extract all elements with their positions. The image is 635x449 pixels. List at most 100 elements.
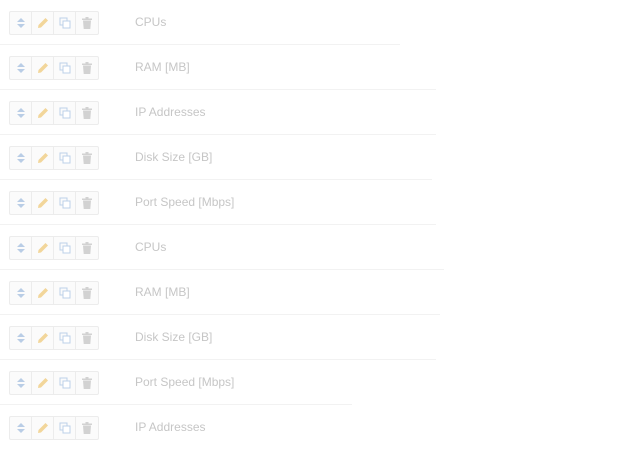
delete-button[interactable] xyxy=(76,417,98,439)
edit-button[interactable] xyxy=(32,192,54,214)
list-item: Disk Size [GB] xyxy=(0,315,436,360)
trash-icon xyxy=(82,242,92,254)
edit-button[interactable] xyxy=(32,102,54,124)
copy-icon xyxy=(59,422,71,434)
sort-icon xyxy=(16,108,25,118)
pencil-icon xyxy=(37,17,49,29)
edit-button[interactable] xyxy=(32,147,54,169)
row-actions xyxy=(9,371,99,395)
pencil-icon xyxy=(37,197,49,209)
sort-button[interactable] xyxy=(10,237,32,259)
row-actions xyxy=(9,326,99,350)
row-actions xyxy=(9,191,99,215)
row-actions xyxy=(9,146,99,170)
trash-icon xyxy=(82,197,92,209)
trash-icon xyxy=(82,422,92,434)
edit-button[interactable] xyxy=(32,327,54,349)
row-actions xyxy=(9,101,99,125)
edit-button[interactable] xyxy=(32,417,54,439)
attribute-label: RAM [MB] xyxy=(135,285,190,299)
sort-button[interactable] xyxy=(10,372,32,394)
row-actions xyxy=(9,236,99,260)
copy-icon xyxy=(59,107,71,119)
trash-icon xyxy=(82,107,92,119)
delete-button[interactable] xyxy=(76,57,98,79)
sort-icon xyxy=(16,198,25,208)
attribute-label: IP Addresses xyxy=(135,105,206,119)
sort-icon xyxy=(16,333,25,343)
edit-button[interactable] xyxy=(32,282,54,304)
sort-icon xyxy=(16,153,25,163)
copy-icon xyxy=(59,62,71,74)
list-item: RAM [MB] xyxy=(0,45,436,90)
edit-button[interactable] xyxy=(32,372,54,394)
copy-icon xyxy=(59,332,71,344)
copy-icon xyxy=(59,377,71,389)
pencil-icon xyxy=(37,152,49,164)
row-actions xyxy=(9,416,99,440)
delete-button[interactable] xyxy=(76,192,98,214)
attribute-label: Port Speed [Mbps] xyxy=(135,375,235,389)
duplicate-button[interactable] xyxy=(54,327,76,349)
copy-icon xyxy=(59,152,71,164)
copy-icon xyxy=(59,287,71,299)
edit-button[interactable] xyxy=(32,237,54,259)
duplicate-button[interactable] xyxy=(54,147,76,169)
trash-icon xyxy=(82,152,92,164)
pencil-icon xyxy=(37,62,49,74)
duplicate-button[interactable] xyxy=(54,372,76,394)
trash-icon xyxy=(82,332,92,344)
sort-button[interactable] xyxy=(10,102,32,124)
delete-button[interactable] xyxy=(76,372,98,394)
duplicate-button[interactable] xyxy=(54,282,76,304)
duplicate-button[interactable] xyxy=(54,12,76,34)
delete-button[interactable] xyxy=(76,327,98,349)
duplicate-button[interactable] xyxy=(54,192,76,214)
sort-button[interactable] xyxy=(10,282,32,304)
duplicate-button[interactable] xyxy=(54,102,76,124)
sort-button[interactable] xyxy=(10,57,32,79)
list-item: CPUs xyxy=(0,0,400,45)
trash-icon xyxy=(82,377,92,389)
delete-button[interactable] xyxy=(76,237,98,259)
sort-icon xyxy=(16,423,25,433)
copy-icon xyxy=(59,242,71,254)
delete-button[interactable] xyxy=(76,102,98,124)
attribute-list: CPUs RAM [MB] IP Addresses Disk Size [GB… xyxy=(0,0,635,449)
list-item: IP Addresses xyxy=(0,405,400,449)
duplicate-button[interactable] xyxy=(54,417,76,439)
sort-button[interactable] xyxy=(10,327,32,349)
pencil-icon xyxy=(37,242,49,254)
trash-icon xyxy=(82,17,92,29)
sort-button[interactable] xyxy=(10,192,32,214)
list-item: IP Addresses xyxy=(0,90,436,135)
duplicate-button[interactable] xyxy=(54,237,76,259)
list-item: RAM [MB] xyxy=(0,270,440,315)
list-item: Port Speed [Mbps] xyxy=(0,360,352,405)
sort-icon xyxy=(16,18,25,28)
sort-icon xyxy=(16,288,25,298)
list-item: Port Speed [Mbps] xyxy=(0,180,436,225)
attribute-label: IP Addresses xyxy=(135,420,206,434)
trash-icon xyxy=(82,62,92,74)
sort-button[interactable] xyxy=(10,12,32,34)
delete-button[interactable] xyxy=(76,12,98,34)
attribute-label: Port Speed [Mbps] xyxy=(135,195,235,209)
row-actions xyxy=(9,11,99,35)
copy-icon xyxy=(59,197,71,209)
sort-button[interactable] xyxy=(10,147,32,169)
attribute-label: Disk Size [GB] xyxy=(135,150,213,164)
edit-button[interactable] xyxy=(32,57,54,79)
delete-button[interactable] xyxy=(76,147,98,169)
row-actions xyxy=(9,281,99,305)
list-item: Disk Size [GB] xyxy=(0,135,432,180)
pencil-icon xyxy=(37,287,49,299)
duplicate-button[interactable] xyxy=(54,57,76,79)
edit-button[interactable] xyxy=(32,12,54,34)
pencil-icon xyxy=(37,422,49,434)
trash-icon xyxy=(82,287,92,299)
delete-button[interactable] xyxy=(76,282,98,304)
attribute-label: CPUs xyxy=(135,15,167,29)
sort-button[interactable] xyxy=(10,417,32,439)
attribute-label: Disk Size [GB] xyxy=(135,330,213,344)
